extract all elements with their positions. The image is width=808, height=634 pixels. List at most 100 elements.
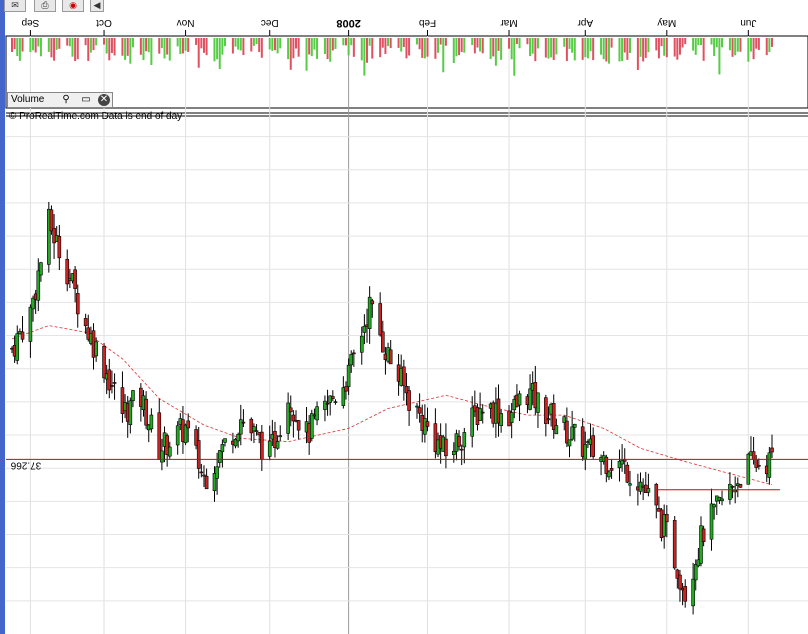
volume-bar <box>271 38 274 51</box>
volume-bar <box>89 38 92 53</box>
volume-bar <box>463 38 466 53</box>
volume-bar <box>699 38 702 46</box>
volume-bar <box>534 38 537 62</box>
volume-bar <box>297 38 300 57</box>
volume-bar <box>529 38 532 57</box>
volume-bar <box>103 38 106 45</box>
volume-bar <box>287 38 290 60</box>
volume-bar <box>405 38 408 59</box>
volume-bar <box>47 38 50 52</box>
candle <box>496 384 501 437</box>
volume-bar <box>458 38 461 56</box>
candle <box>107 358 112 399</box>
volume-bar <box>366 38 369 63</box>
volume-bar <box>13 38 16 50</box>
wrench-icon[interactable]: ⚲ <box>60 94 72 106</box>
vertical-gridlines <box>5 35 808 634</box>
volume-bar <box>678 38 681 55</box>
data-source-note: © ProRealTime.com Data is end of day <box>9 111 183 122</box>
volume-bar <box>402 38 405 48</box>
volume-bar <box>581 38 584 60</box>
volume-bar <box>660 38 663 47</box>
volume-bar <box>439 38 442 45</box>
arrow-left-icon[interactable]: ◀ <box>90 0 104 12</box>
candle <box>738 483 743 488</box>
volume-bar <box>536 38 539 49</box>
volume-bar <box>639 38 642 57</box>
candle <box>175 421 180 455</box>
volume-bar <box>694 38 697 55</box>
volume-bar <box>147 38 150 53</box>
volume-bar <box>308 38 311 55</box>
volume-bar <box>628 38 631 53</box>
volume-bar <box>237 38 240 50</box>
candle <box>528 374 532 411</box>
candle <box>65 249 70 292</box>
volume-bar <box>255 38 258 45</box>
volume-bar <box>129 38 132 64</box>
month-label: Oct <box>96 17 112 28</box>
month-label: May <box>657 17 676 28</box>
volume-bar <box>29 38 32 53</box>
volume-bar <box>755 38 758 49</box>
volume-bar <box>279 38 282 49</box>
candle <box>407 385 411 426</box>
volume-bar <box>250 38 253 52</box>
volume-bar <box>734 38 737 56</box>
volume-bar <box>768 38 771 53</box>
volume-bar <box>200 38 203 49</box>
volume-bar <box>68 38 71 47</box>
mail-icon[interactable]: ✉ <box>4 0 26 12</box>
volume-bar <box>352 38 355 57</box>
month-label: Nov <box>177 17 195 28</box>
volume-panel-header: Volume ⚲ ▭ ✕ <box>7 92 113 108</box>
volume-bar <box>586 38 589 59</box>
volume-bar <box>655 38 658 51</box>
volume-bar <box>384 38 387 54</box>
month-label: 2008 <box>336 17 360 29</box>
volume-bar <box>489 38 492 59</box>
volume-bar <box>589 38 592 52</box>
volume-bar <box>423 38 426 59</box>
volume-bar <box>697 38 700 46</box>
volume-bar <box>460 38 463 52</box>
indicator-icon[interactable]: ◉ <box>62 0 84 12</box>
volume-bar <box>584 38 587 58</box>
close-icon[interactable]: ✕ <box>98 94 110 106</box>
volume-bar <box>555 38 558 55</box>
volume-bar <box>684 38 687 45</box>
candle <box>444 423 448 469</box>
candle <box>654 482 659 519</box>
volume-bar <box>379 38 382 58</box>
candle <box>728 472 732 505</box>
volume-bar <box>292 38 295 59</box>
volume-bar <box>728 38 731 51</box>
volume-bar <box>550 38 553 58</box>
volume-bar <box>442 38 445 73</box>
volume-bar <box>50 38 53 58</box>
volume-bar <box>571 38 574 53</box>
volume-bar <box>58 38 61 49</box>
print-icon[interactable]: ⎙ <box>34 0 56 12</box>
volume-bar <box>110 38 113 53</box>
candle <box>278 425 283 441</box>
volume-bar <box>636 38 639 70</box>
volume-bar <box>242 38 245 56</box>
volume-bar <box>610 38 613 48</box>
candle <box>402 359 406 401</box>
volume-bar <box>323 38 326 55</box>
chart-window: Sep Oct Nov Dec 2008 Feb Mar Apr May Jun 37.266 ✉… <box>0 0 808 634</box>
candle <box>746 452 751 485</box>
month-label: Mar <box>500 17 518 28</box>
volume-bar <box>197 38 200 68</box>
volume-bar <box>736 38 739 52</box>
volume-bar <box>121 38 124 56</box>
volume-bar <box>87 38 90 61</box>
candle <box>470 396 475 448</box>
month-label: Feb <box>418 17 436 28</box>
candle <box>286 392 290 440</box>
month-label: Dec <box>261 17 279 28</box>
volume-bar <box>702 38 705 61</box>
volume-bar <box>739 38 742 52</box>
minimize-icon[interactable]: ▭ <box>80 94 92 106</box>
